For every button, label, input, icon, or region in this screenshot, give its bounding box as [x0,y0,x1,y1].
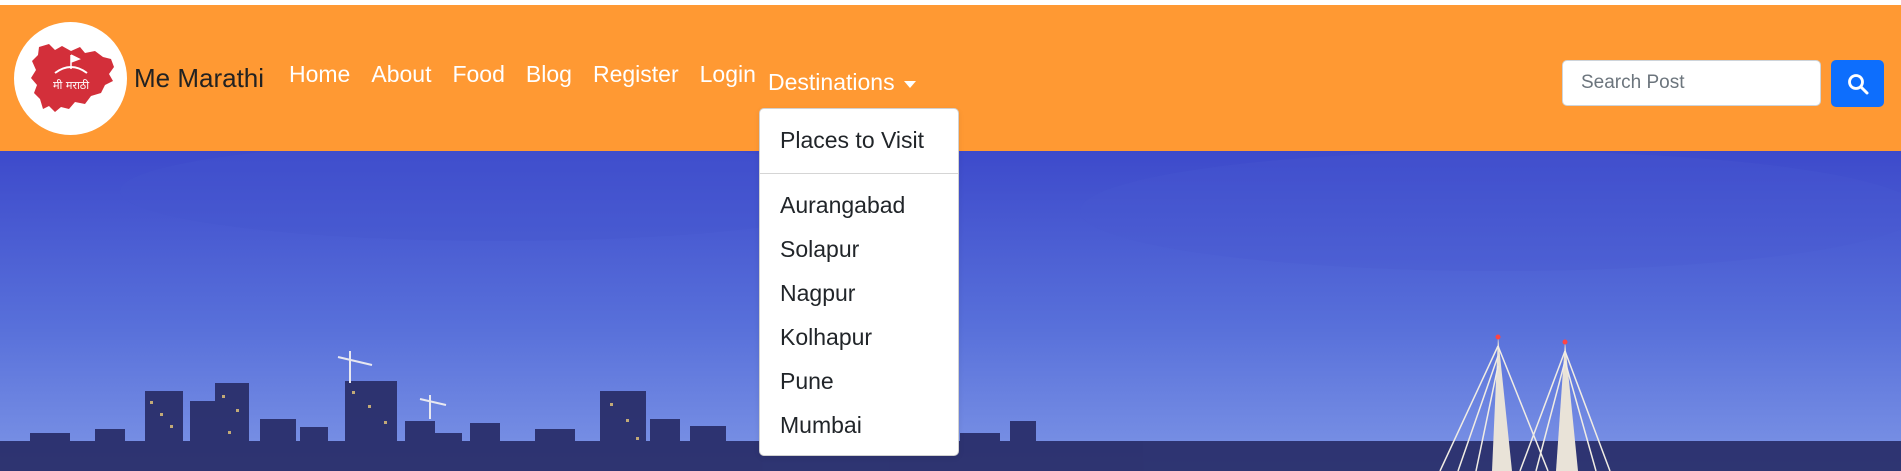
dropdown-divider [760,173,958,174]
dropdown-item-solapur[interactable]: Solapur [780,236,859,263]
nav-home[interactable]: Home [289,61,350,88]
nav-food[interactable]: Food [452,61,504,88]
nav-blog[interactable]: Blog [526,61,572,88]
nav-register[interactable]: Register [593,61,679,88]
search-input[interactable] [1562,60,1821,106]
destinations-dropdown-toggle[interactable]: Destinations [768,69,916,96]
dropdown-item-places-to-visit[interactable]: Places to Visit [780,127,924,154]
brand-logo: मी मराठी [14,21,127,135]
dropdown-item-pune[interactable]: Pune [780,368,834,395]
maharashtra-map-logo: मी मराठी [30,44,114,112]
brand-link[interactable]: मी मराठी Me Marathi [14,21,265,135]
svg-text:मी मराठी: मी मराठी [52,79,88,92]
caret-down-icon [903,80,916,88]
nav-links: Home About Food Blog Register Login [289,61,777,88]
nav-about[interactable]: About [371,61,431,88]
search-icon [1847,73,1868,94]
dropdown-item-kolhapur[interactable]: Kolhapur [780,324,872,351]
dropdown-item-nagpur[interactable]: Nagpur [780,280,855,307]
search-button[interactable] [1831,60,1884,107]
dropdown-item-mumbai[interactable]: Mumbai [780,412,862,439]
nav-login[interactable]: Login [700,61,756,88]
destinations-label: Destinations [768,69,895,95]
brand-name: Me Marathi [134,62,265,93]
destinations-dropdown-menu: Places to Visit Aurangabad Solapur Nagpu… [759,108,959,456]
dropdown-item-aurangabad[interactable]: Aurangabad [780,192,905,219]
